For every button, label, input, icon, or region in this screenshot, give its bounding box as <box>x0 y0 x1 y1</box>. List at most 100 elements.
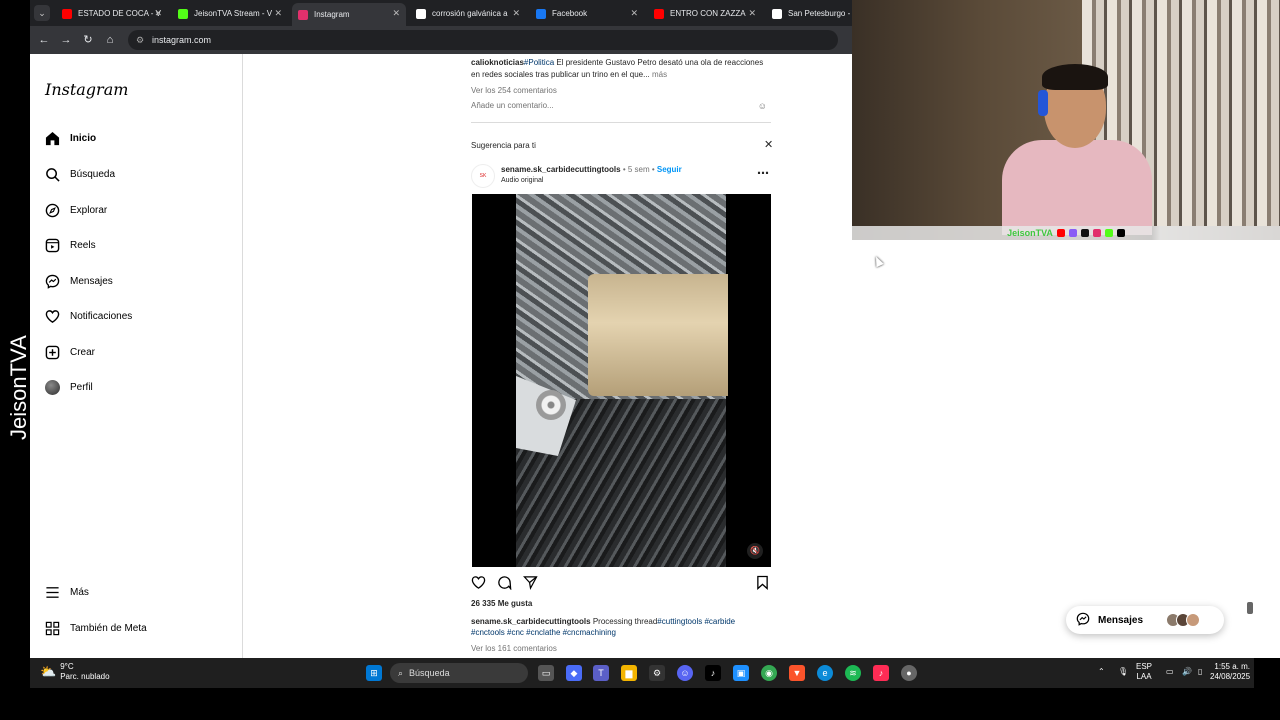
tab-close-icon[interactable]: ✕ <box>630 8 638 19</box>
tab-close-icon[interactable]: ✕ <box>748 8 756 19</box>
sidebar: Instagram Inicio Búsqueda Explorar Reels <box>30 54 243 658</box>
sidebar-item-label: Reels <box>70 239 96 251</box>
settings-icon[interactable]: ⚙ <box>649 665 665 681</box>
tab-title: Facebook <box>552 9 588 18</box>
caption-username[interactable]: sename.sk_carbidecuttingtools <box>471 617 591 626</box>
weather-icon: ⛅ <box>40 664 57 679</box>
spotify-icon[interactable]: ≋ <box>845 665 861 681</box>
comment-icon[interactable] <box>497 575 512 592</box>
weather-widget[interactable]: ⛅ 9°C Parc. nublado <box>40 662 110 682</box>
add-comment-input[interactable]: Añade un comentario... ☺ <box>471 101 771 111</box>
address-bar[interactable]: ⚙ instagram.com <box>128 30 838 50</box>
home-button[interactable]: ⌂ <box>102 32 118 48</box>
scrollbar-thumb[interactable] <box>1247 602 1253 614</box>
tab-close-icon[interactable]: ✕ <box>512 8 520 19</box>
mute-icon[interactable]: 🔇 <box>747 543 763 559</box>
battery-icon[interactable]: ▯ <box>1198 667 1202 677</box>
discord-icon[interactable]: ☺ <box>677 665 693 681</box>
watermark-text: JeisonTVA <box>6 335 31 440</box>
close-icon[interactable]: ✕ <box>764 138 773 151</box>
caption-text: Processing thread <box>590 617 658 626</box>
sidebar-item-perfil[interactable]: Perfil <box>44 377 93 397</box>
home-icon <box>44 130 60 146</box>
browser-tab[interactable]: San Petesburgo - Bu <box>766 3 852 24</box>
sidebar-item-busqueda[interactable]: Búsqueda <box>44 164 115 184</box>
network-icon[interactable]: ▭ <box>1166 667 1174 677</box>
language-indicator[interactable]: ESP LAA <box>1136 662 1152 682</box>
sidebar-item-meta[interactable]: También de Meta <box>44 618 147 638</box>
back-button[interactable]: ← <box>36 32 52 48</box>
chrome-icon[interactable]: ◉ <box>761 665 777 681</box>
sidebar-item-notificaciones[interactable]: Notificaciones <box>44 306 132 326</box>
sidebar-item-explorar[interactable]: Explorar <box>44 200 107 220</box>
tray-overflow-icon[interactable]: ⌃ <box>1098 667 1105 677</box>
mic-icon[interactable]: 🎙 <box>1118 667 1128 677</box>
tab-close-icon[interactable]: ✕ <box>154 8 162 19</box>
hashtag-link[interactable]: #Politica <box>524 58 554 67</box>
edge-icon[interactable]: e <box>817 665 833 681</box>
post-avatar[interactable]: SK <box>471 164 495 188</box>
more-link[interactable]: más <box>650 70 667 79</box>
volume-icon[interactable]: 🔊 <box>1182 667 1192 677</box>
browser-tab[interactable]: Instagram ✕ <box>292 3 406 26</box>
file-explorer-icon[interactable]: ▆ <box>621 665 637 681</box>
emoji-icon[interactable]: ☺ <box>758 101 767 111</box>
like-icon[interactable] <box>471 575 486 592</box>
desktop-edge <box>1247 240 1280 658</box>
post-video[interactable]: 🔇 <box>472 194 771 567</box>
suggestion-label: Sugerencia para ti <box>471 141 536 150</box>
hashtags-link-2[interactable]: #cnctools #cnc #cnclathe #cncmachining <box>471 628 616 637</box>
instagram-logo[interactable]: Instagram <box>45 80 128 99</box>
weather-desc: Parc. nublado <box>60 672 110 681</box>
save-icon[interactable] <box>756 575 769 592</box>
start-icon[interactable]: ⊞ <box>366 665 382 681</box>
taskbar-search[interactable]: ⌕ Búsqueda <box>390 663 528 683</box>
sidebar-item-inicio[interactable]: Inicio <box>44 128 96 148</box>
profile-avatar <box>44 379 60 395</box>
twitch-icon <box>1068 229 1077 237</box>
copilot-icon[interactable]: ◆ <box>566 665 582 681</box>
site-info-icon[interactable]: ⚙ <box>136 35 146 45</box>
teams-icon[interactable]: T <box>593 665 609 681</box>
view-comments-link[interactable]: Ver los 161 comentarios <box>471 644 557 653</box>
tiktok-icon[interactable]: ♪ <box>705 665 721 681</box>
browser-tab[interactable]: Facebook ✕ <box>530 3 644 24</box>
forward-button[interactable]: → <box>58 32 74 48</box>
tab-search-button[interactable]: ⌄ <box>34 5 50 21</box>
messages-pill[interactable]: Mensajes <box>1066 606 1224 634</box>
browser-tab[interactable]: ENTRO CON ZAZZA ✕ <box>648 3 762 24</box>
share-icon[interactable] <box>523 575 538 592</box>
browser-tab[interactable]: corrosión galvánica a ✕ <box>410 3 526 24</box>
messenger-icon <box>1076 612 1090 629</box>
sidebar-item-mas[interactable]: Más <box>44 582 89 602</box>
sidebar-item-crear[interactable]: Crear <box>44 342 95 362</box>
likes-count[interactable]: 26 335 Me gusta <box>471 599 532 608</box>
plus-square-icon <box>44 344 60 360</box>
browser-tab[interactable]: ESTADO DE COCA - V ✕ <box>56 3 168 24</box>
prev-post-caption: calioknoticias#Politica El presidente Gu… <box>471 57 771 81</box>
clock[interactable]: 1:55 a. m. 24/08/2025 <box>1210 662 1250 682</box>
follow-button[interactable]: Seguir <box>657 165 682 174</box>
tiktok-live-icon[interactable]: ♪ <box>873 665 889 681</box>
more-options-icon[interactable]: ⋯ <box>757 166 769 180</box>
task-view-icon[interactable]: ▭ <box>538 665 554 681</box>
browser-toolbar: ← → ↻ ⌂ ⚙ instagram.com <box>30 26 852 54</box>
person-hair <box>1042 64 1108 90</box>
audio-label[interactable]: Audio original <box>501 177 543 184</box>
browser-tab[interactable]: JeisonTVA Stream - V ✕ <box>172 3 288 24</box>
obs-icon[interactable]: ● <box>901 665 917 681</box>
grid-icon <box>44 620 60 636</box>
sidebar-item-reels[interactable]: Reels <box>44 235 96 255</box>
reload-button[interactable]: ↻ <box>80 32 96 48</box>
brave-icon[interactable]: ▼ <box>789 665 805 681</box>
tab-close-icon[interactable]: ✕ <box>392 8 400 19</box>
sidebar-item-label: Más <box>70 586 89 598</box>
photos-icon[interactable]: ▣ <box>733 665 749 681</box>
sidebar-item-mensajes[interactable]: Mensajes <box>44 271 113 291</box>
prev-post-username[interactable]: calioknoticias <box>471 58 524 67</box>
post-username[interactable]: sename.sk_carbidecuttingtools <box>501 165 621 174</box>
tab-close-icon[interactable]: ✕ <box>274 8 282 19</box>
view-comments-link[interactable]: Ver los 254 comentarios <box>471 86 557 95</box>
hashtags-link[interactable]: #cuttingtools #carbide <box>657 617 735 626</box>
person-body <box>1002 140 1152 235</box>
